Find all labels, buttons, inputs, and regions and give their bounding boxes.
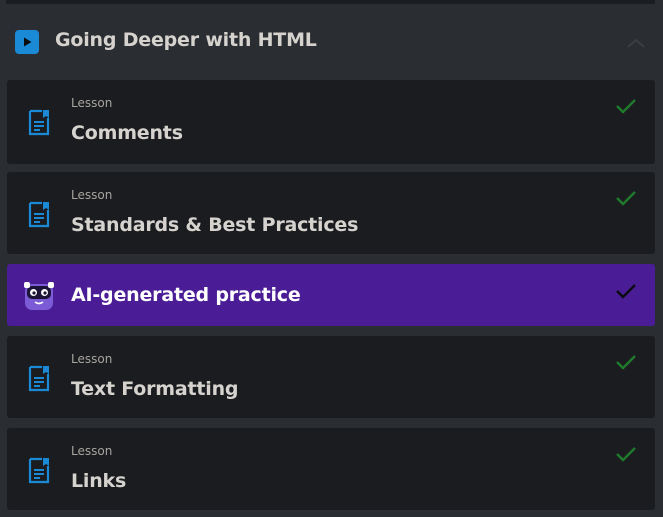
item-type-label: Lesson [71, 96, 113, 110]
section-title: Going Deeper with HTML [55, 29, 317, 51]
item-type-label: Lesson [71, 352, 113, 366]
chevron-up-icon[interactable] [626, 34, 646, 53]
completed-check-icon [615, 97, 637, 119]
completed-check-icon [615, 189, 637, 211]
item-title: Comments [71, 122, 183, 144]
lesson-doc-icon [27, 457, 51, 489]
completed-check-icon [615, 445, 637, 467]
lesson-item-links[interactable]: Lesson Links [7, 428, 655, 510]
mascot-icon [23, 280, 55, 316]
lesson-doc-icon [27, 109, 51, 141]
item-title: Links [71, 470, 127, 492]
lesson-item-comments[interactable]: Lesson Comments [7, 80, 655, 164]
lesson-doc-icon [27, 365, 51, 397]
item-type-label: Lesson [71, 188, 113, 202]
completed-check-icon [615, 282, 637, 304]
play-icon [15, 30, 39, 54]
lesson-item-text-formatting[interactable]: Lesson Text Formatting [7, 336, 655, 418]
lesson-item-standards[interactable]: Lesson Standards & Best Practices [7, 172, 655, 254]
item-title: Standards & Best Practices [71, 214, 359, 236]
item-title: Text Formatting [71, 378, 239, 400]
practice-item-ai-generated[interactable]: AI-generated practice [7, 264, 655, 326]
lesson-doc-icon [27, 201, 51, 233]
section-header[interactable]: Going Deeper with HTML [0, 4, 663, 80]
item-title: AI-generated practice [71, 284, 301, 306]
completed-check-icon [615, 353, 637, 375]
item-type-label: Lesson [71, 444, 113, 458]
